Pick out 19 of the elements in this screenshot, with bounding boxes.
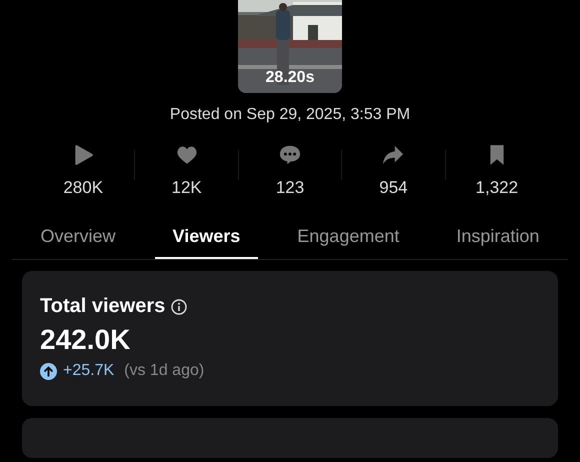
- stat-count: 1,322: [476, 178, 518, 198]
- share-arrow-icon: [382, 144, 404, 166]
- comparison-text: (vs 1d ago): [124, 362, 204, 380]
- change-value: +25.7K: [63, 362, 114, 380]
- card-title: Total viewers: [40, 295, 166, 318]
- tab[interactable]: Viewers: [154, 220, 258, 259]
- stat-count: 123: [276, 178, 304, 198]
- video-duration: 28.20s: [266, 69, 314, 87]
- viewer-count: 242.0K: [40, 324, 132, 356]
- tab[interactable]: Overview: [22, 220, 134, 259]
- tab[interactable]: Engagement: [279, 220, 418, 259]
- stat-count: 954: [379, 178, 408, 198]
- stat-count: 12K: [171, 178, 202, 198]
- stat-count: 280K: [63, 178, 104, 198]
- posted-date: Posted on Sep 29, 2025, 3:53 PM: [170, 106, 410, 124]
- tab[interactable]: Inspiration: [438, 220, 558, 259]
- comment-icon: [279, 144, 302, 166]
- heart-icon: [176, 144, 198, 166]
- info-icon[interactable]: [171, 298, 188, 314]
